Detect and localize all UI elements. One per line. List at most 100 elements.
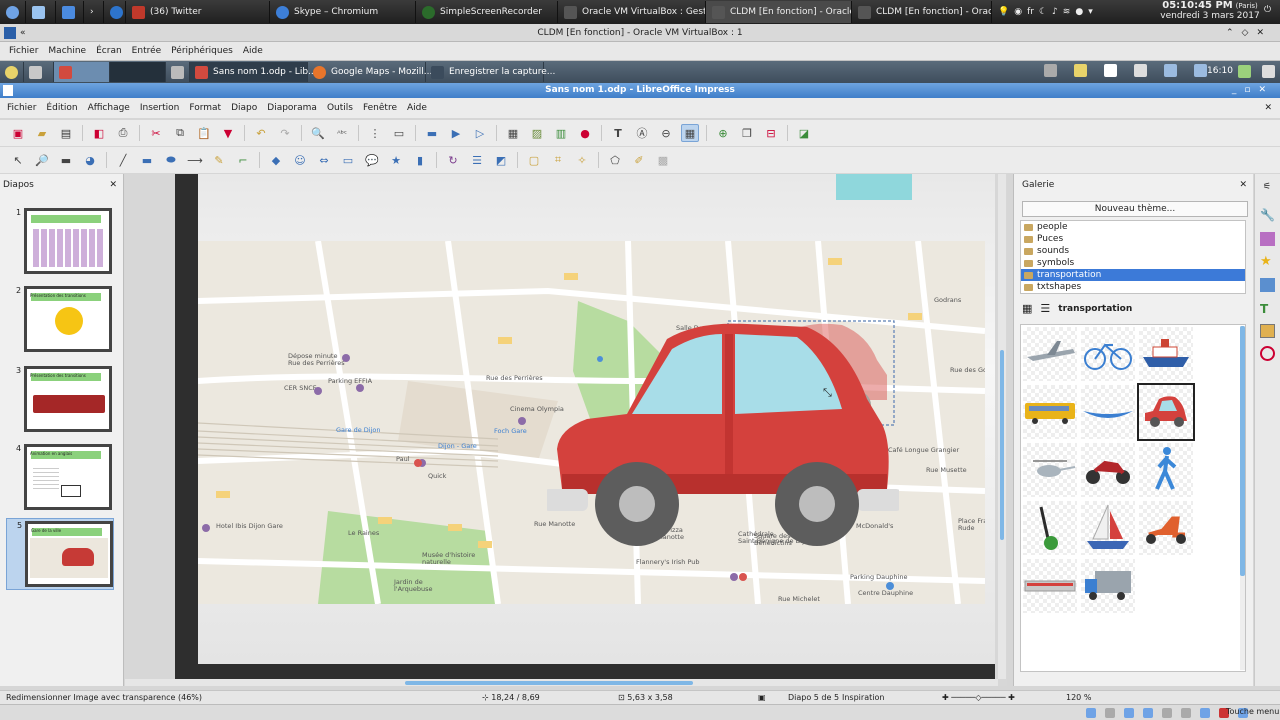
theme-symbols[interactable]: symbols — [1021, 257, 1245, 269]
lo-menu-diapo[interactable]: Diapo — [226, 103, 262, 113]
navigator-tab-icon[interactable] — [1260, 346, 1275, 361]
display-icon[interactable] — [1164, 64, 1177, 77]
pin-icon[interactable]: « — [20, 24, 26, 42]
harddisk-icon[interactable] — [1086, 708, 1096, 718]
host-task-twitter[interactable]: (36) Twitter — [126, 1, 270, 23]
arrange-icon[interactable]: ◩ — [492, 151, 510, 169]
gallery-tab-icon[interactable] — [1260, 324, 1275, 338]
guest-menu-icon[interactable] — [0, 62, 24, 82]
discord-icon[interactable]: ◉ — [1014, 7, 1022, 17]
gallery-scrollbar[interactable] — [1240, 326, 1245, 670]
host-task-cldm-1[interactable]: CLDM [En fonction] - Oracle ... — [706, 1, 852, 23]
guest-task-firefox[interactable]: Google Maps - Mozill... — [308, 62, 432, 82]
gallery-item-truck[interactable] — [1081, 559, 1135, 613]
guest-task-capture[interactable]: Enregistrer la capture... — [426, 62, 555, 82]
lo-menu-insertion[interactable]: Insertion — [135, 103, 185, 113]
table-icon[interactable]: ▦ — [504, 124, 522, 142]
gallery-item-pedestrian[interactable] — [1139, 443, 1193, 497]
window-controls[interactable]: ⌃◇✕ — [1226, 24, 1272, 42]
clone-format-icon[interactable]: ▼ — [219, 124, 237, 142]
lo-menu-format[interactable]: Format — [184, 103, 226, 113]
vbox-menu-entree[interactable]: Entrée — [127, 46, 167, 56]
gallery-item-scooter[interactable] — [1139, 501, 1193, 555]
paste-icon[interactable]: 📋 — [195, 124, 213, 142]
host-task-vbox-manager[interactable]: Oracle VM VirtualBox : Gesti... — [558, 1, 706, 23]
files-icon[interactable] — [166, 62, 190, 82]
gallery-item-ship[interactable] — [1139, 327, 1193, 381]
filter-icon[interactable]: ✧ — [573, 151, 591, 169]
audio-icon[interactable] — [1124, 708, 1134, 718]
symbol-shapes-icon[interactable]: ☺ — [291, 151, 309, 169]
animation-tab-icon[interactable]: ★ — [1260, 254, 1275, 269]
slide-thumbnail-2[interactable]: 2 Présentation des transitions — [6, 284, 114, 354]
vbox-menu-peripheriques[interactable]: Périphériques — [166, 46, 238, 56]
gallery-item-bus[interactable] — [1023, 385, 1077, 439]
rectangle-icon[interactable]: ▬ — [138, 151, 156, 169]
basic-shapes-icon[interactable]: ◆ — [267, 151, 285, 169]
gallery-scrollbar-thumb[interactable] — [1240, 326, 1245, 576]
lo-menu-fichier[interactable]: Fichier — [2, 103, 41, 113]
vbox-menu-aide[interactable]: Aide — [238, 46, 268, 56]
master-slide-icon[interactable]: ▬ — [423, 124, 441, 142]
sidebar-menu-icon[interactable]: ⚟ — [1263, 182, 1271, 192]
power-icon[interactable]: ⏻ — [1264, 5, 1276, 17]
line-icon[interactable]: ╱ — [114, 151, 132, 169]
gallery-item-bicycle[interactable] — [1081, 327, 1135, 381]
start-menu-icon[interactable] — [0, 1, 26, 23]
slide-layout-icon[interactable]: ◪ — [795, 124, 813, 142]
display-icon[interactable] — [1200, 708, 1210, 718]
vbox-menu-ecran[interactable]: Écran — [91, 46, 127, 56]
ellipse-icon[interactable]: ⬬ — [162, 151, 180, 169]
spellcheck-icon[interactable]: ᴬᵇᶜ — [333, 124, 351, 142]
wifi-icon[interactable]: ≋ — [1063, 7, 1071, 17]
rotate-icon[interactable]: ↻ — [444, 151, 462, 169]
lo-window-controls[interactable]: _▫✕ — [1232, 83, 1274, 98]
theme-transportation[interactable]: transportation — [1021, 269, 1245, 281]
optical-icon[interactable] — [1105, 708, 1115, 718]
styles-tab-icon[interactable]: T — [1260, 302, 1275, 316]
folder-icon[interactable] — [56, 1, 84, 23]
grid-icon[interactable]: ⋮ — [366, 124, 384, 142]
crop-icon[interactable]: ⌗ — [549, 151, 567, 169]
gallery-item-motorcycle[interactable] — [1081, 443, 1135, 497]
zoom-slider[interactable]: ✚ ─────◇───── ✚ — [936, 693, 1060, 702]
master-slides-tab-icon[interactable] — [1260, 278, 1275, 292]
vertical-scrollbar[interactable] — [998, 174, 1006, 679]
theme-people[interactable]: people — [1021, 221, 1245, 233]
bulb-icon[interactable]: 💡 — [998, 7, 1009, 17]
horizontal-scrollbar[interactable] — [125, 679, 998, 686]
lo-menu-diaporama[interactable]: Diaporama — [262, 103, 322, 113]
close-icon[interactable]: ✕ — [1239, 180, 1247, 190]
arrow-line-icon[interactable]: ⟶ — [186, 151, 204, 169]
gallery-item-airplane[interactable] — [1023, 327, 1077, 381]
gallery-item-train[interactable] — [1023, 559, 1077, 613]
slide-accent-shape[interactable] — [836, 174, 912, 200]
line-color-icon[interactable]: ▬ — [57, 151, 75, 169]
delete-slide-icon[interactable]: ⊟ — [762, 124, 780, 142]
fill-color-icon[interactable]: ◕ — [81, 151, 99, 169]
glue-icon[interactable]: ✐ — [630, 151, 648, 169]
export-pdf-icon[interactable]: ◧ — [90, 124, 108, 142]
icon-view-icon[interactable]: ▦ — [1022, 302, 1032, 315]
properties-tab-icon[interactable]: 🔧 — [1260, 208, 1275, 223]
save-status-icon[interactable]: ▣ — [752, 693, 782, 702]
notes-icon[interactable] — [1074, 64, 1087, 77]
print-icon[interactable]: ⎙ — [114, 124, 132, 142]
status-zoom[interactable]: 120 % — [1060, 693, 1097, 702]
home-folder-icon[interactable] — [24, 62, 54, 82]
network-icon[interactable] — [104, 1, 126, 23]
user-icon[interactable]: ● — [1075, 7, 1083, 17]
cut-icon[interactable]: ✂ — [147, 124, 165, 142]
stars-icon[interactable]: ★ — [387, 151, 405, 169]
new-theme-button[interactable]: Nouveau thème... — [1022, 201, 1248, 217]
zoom-icon[interactable]: 🔎 — [33, 151, 51, 169]
show-desktop-icon[interactable] — [26, 1, 56, 23]
start-slideshow-icon[interactable]: ▶ — [447, 124, 465, 142]
connector-icon[interactable]: ⌐ — [234, 151, 252, 169]
slide-transition-tab-icon[interactable] — [1260, 232, 1275, 246]
host-task-skype[interactable]: Skype – Chromium — [270, 1, 416, 23]
3d-objects-icon[interactable]: ▮ — [411, 151, 429, 169]
usb-icon[interactable] — [1162, 708, 1172, 718]
parking-icon[interactable] — [1104, 64, 1117, 77]
callouts-icon[interactable]: 💬 — [363, 151, 381, 169]
